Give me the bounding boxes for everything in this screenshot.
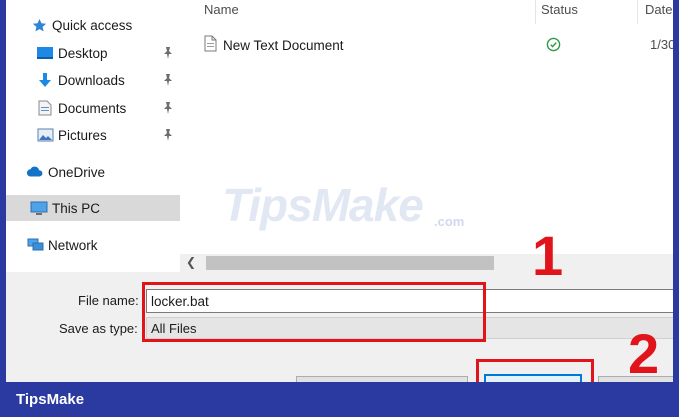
sidebar-item-label: This PC <box>52 200 101 216</box>
download-arrow-icon <box>36 72 54 88</box>
highlight-box-save <box>476 359 594 382</box>
sidebar-item-label: Quick access <box>52 17 133 33</box>
sidebar-item-label: Pictures <box>58 127 107 143</box>
pin-icon[interactable] <box>162 128 174 142</box>
pin-icon[interactable] <box>162 73 174 87</box>
sidebar-item-label: Desktop <box>58 45 108 61</box>
watermark-suffix: .com <box>434 214 465 229</box>
step-number-1: 1 <box>532 224 564 287</box>
table-row[interactable]: New Text Document 1/30 <box>204 33 673 57</box>
pictures-icon <box>36 127 54 143</box>
sidebar-item-this-pc[interactable]: This PC <box>6 195 180 221</box>
pin-icon[interactable] <box>162 101 174 115</box>
column-header-status[interactable]: Status <box>541 2 578 17</box>
column-header-date[interactable]: Date <box>645 2 672 17</box>
sidebar-item-desktop[interactable]: Desktop <box>6 40 180 66</box>
column-header-name[interactable]: Name <box>204 2 239 17</box>
sidebar-item-quick-access[interactable]: Quick access <box>6 12 180 38</box>
column-divider[interactable] <box>535 0 536 24</box>
sidebar-item-label: Downloads <box>58 72 125 88</box>
save-as-type-label: Save as type: <box>59 321 138 336</box>
computer-icon <box>30 200 48 216</box>
documents-icon <box>36 100 54 116</box>
save-as-dialog: Quick access Desktop Downloads Documents… <box>6 0 673 382</box>
sidebar-item-downloads[interactable]: Downloads <box>6 67 180 93</box>
text-file-icon <box>204 35 217 55</box>
file-name-label: File name: <box>78 293 139 308</box>
sidebar-item-label: OneDrive <box>48 164 106 180</box>
desktop-folder-icon <box>36 45 54 61</box>
sidebar-item-network[interactable]: Network <box>6 232 180 258</box>
network-icon <box>26 237 44 253</box>
sidebar-item-onedrive[interactable]: OneDrive <box>6 159 180 185</box>
step-number-2: 2 <box>628 322 660 382</box>
file-name: New Text Document <box>223 37 344 53</box>
cloud-icon <box>26 164 44 180</box>
watermark-logo: TipsMake <box>222 179 424 231</box>
sidebar-item-label: Network <box>48 237 98 253</box>
highlight-box-filename <box>142 282 486 342</box>
frame-border-left <box>0 0 6 382</box>
navigation-pane: Quick access Desktop Downloads Documents… <box>6 0 180 268</box>
frame-border-right <box>673 0 679 382</box>
sidebar-item-documents[interactable]: Documents <box>6 95 180 121</box>
pin-icon[interactable] <box>162 46 174 60</box>
footer-brand: TipsMake <box>16 391 85 408</box>
horizontal-scrollbar[interactable]: ❮ <box>180 254 673 272</box>
scrollbar-thumb[interactable] <box>206 256 494 270</box>
column-divider[interactable] <box>637 0 638 24</box>
file-date: 1/30 <box>650 37 673 52</box>
sidebar-item-pictures[interactable]: Pictures <box>6 122 180 148</box>
sync-status-check-icon <box>546 37 561 55</box>
sidebar-item-label: Documents <box>58 100 127 116</box>
star-icon <box>30 17 48 33</box>
scroll-left-arrow-icon[interactable]: ❮ <box>186 255 196 269</box>
footer-bar: TipsMake <box>0 382 679 417</box>
